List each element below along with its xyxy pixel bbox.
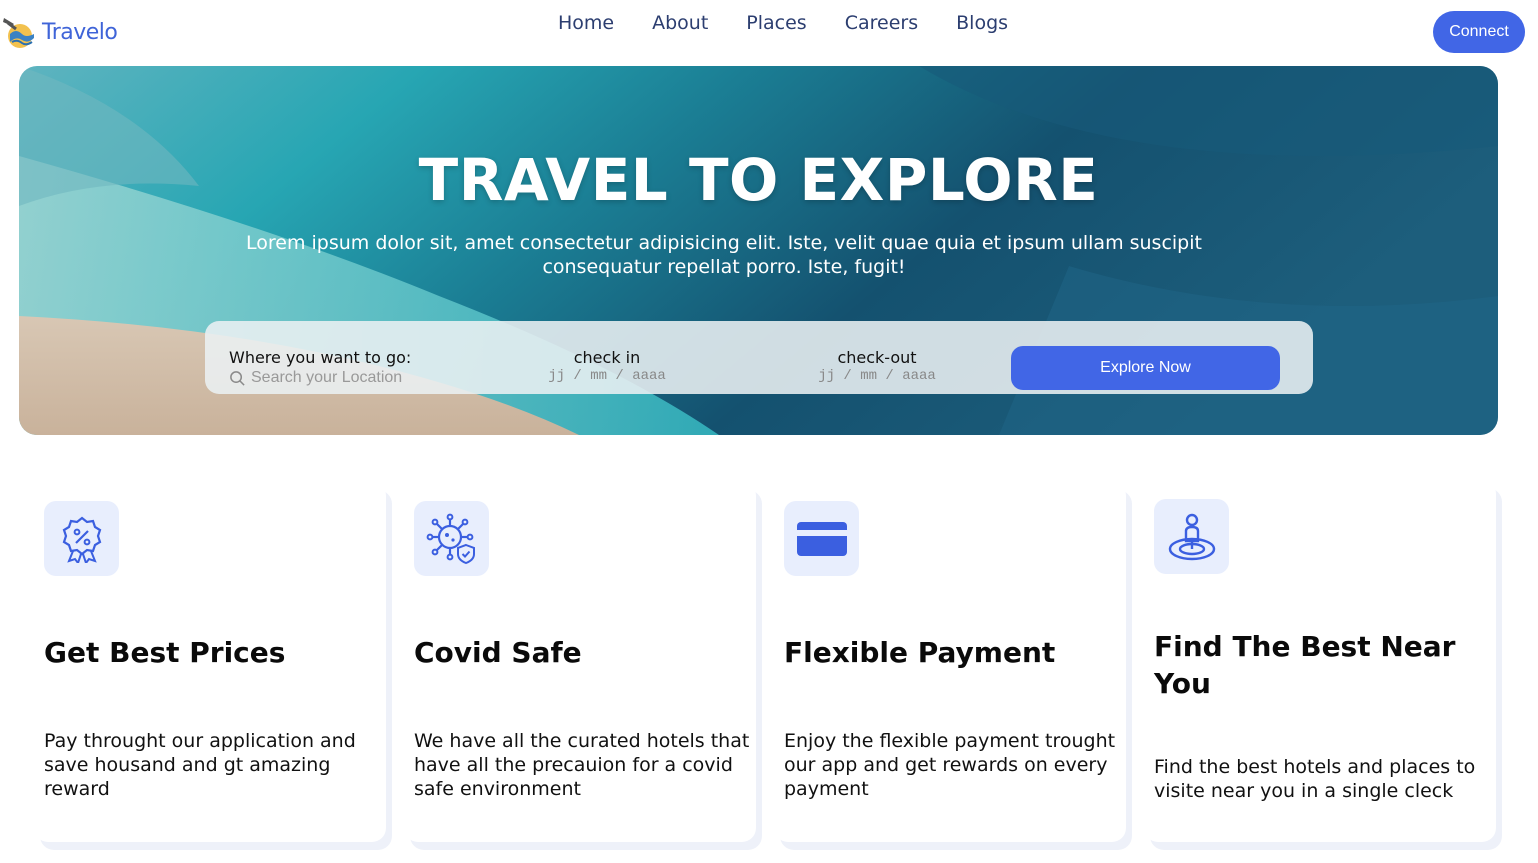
feature-description: Find the best hotels and places to visit… [1154, 756, 1476, 802]
feature-card-find-best-near-you: Find The Best Near You Find the best hot… [1144, 480, 1496, 842]
feature-card-best-prices: Get Best Prices Pay throught our applica… [34, 482, 386, 842]
globe-plane-icon [3, 18, 34, 48]
feature-title: Find The Best Near You [1154, 630, 1456, 700]
checkin-field[interactable]: check in jj / mm / aaaa [535, 348, 679, 384]
checkin-label: check in [573, 348, 641, 367]
virus-shield-icon [414, 501, 489, 576]
nav-places-link[interactable]: Places [746, 11, 806, 35]
location-search-input[interactable] [251, 369, 441, 387]
hero-banner: TRAVEL TO EXPLORE Lorem ipsum dolor sit,… [19, 66, 1498, 435]
feature-description: We have all the curated hotels that have… [414, 730, 750, 800]
feature-description: Pay throught our application and save ho… [44, 730, 356, 800]
brand-name: Travelo [42, 19, 118, 45]
nav-about-link[interactable]: About [652, 11, 708, 35]
feature-title: Get Best Prices [44, 636, 286, 669]
explore-now-button[interactable]: Explore Now [1011, 346, 1280, 390]
checkout-date-input[interactable]: jj / mm / aaaa [805, 368, 949, 384]
hero-subtitle: Lorem ipsum dolor sit, amet consectetur … [246, 232, 1202, 278]
connect-button[interactable]: Connect [1433, 11, 1525, 53]
location-field: Where you want to go: [229, 348, 441, 387]
credit-card-icon [784, 501, 859, 576]
hero-title: TRAVEL TO EXPLORE [418, 146, 1099, 214]
nav-blogs-link[interactable]: Blogs [956, 11, 1008, 35]
search-bar: Where you want to go: check in jj / mm /… [205, 321, 1313, 394]
main-nav: Home About Places Careers Blogs [558, 11, 1008, 35]
feature-description: Enjoy the flexible payment trought our a… [784, 730, 1116, 800]
feature-card-covid-safe: Covid Safe We have all the curated hotel… [404, 482, 756, 842]
feature-card-flexible-payment: Flexible Payment Enjoy the flexible paym… [774, 482, 1126, 842]
brand-logo[interactable]: Travelo [2, 14, 118, 50]
nav-careers-link[interactable]: Careers [845, 11, 918, 35]
nav-home-link[interactable]: Home [558, 11, 614, 35]
location-pin-person-icon [1154, 499, 1229, 574]
feature-title: Flexible Payment [784, 636, 1056, 669]
checkout-label: check-out [837, 348, 917, 367]
checkout-field[interactable]: check-out jj / mm / aaaa [805, 348, 949, 384]
checkin-date-input[interactable]: jj / mm / aaaa [535, 368, 679, 384]
location-label: Where you want to go: [229, 348, 412, 367]
discount-badge-icon [44, 501, 119, 576]
search-icon [230, 370, 245, 386]
feature-title: Covid Safe [414, 636, 582, 669]
